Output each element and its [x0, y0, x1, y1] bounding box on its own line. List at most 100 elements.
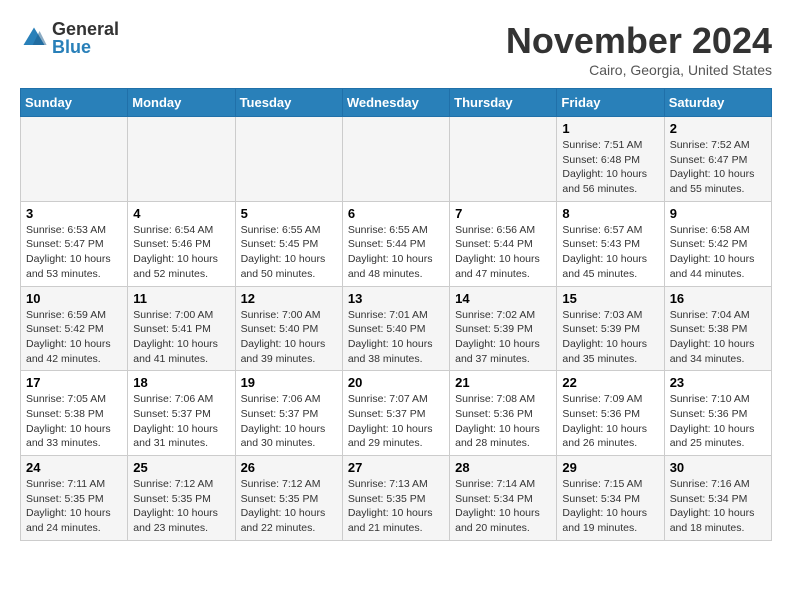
- day-info: Sunrise: 7:52 AM Sunset: 6:47 PM Dayligh…: [670, 138, 766, 197]
- day-info: Sunrise: 7:03 AM Sunset: 5:39 PM Dayligh…: [562, 308, 658, 367]
- calendar-cell: 8 Sunrise: 6:57 AM Sunset: 5:43 PM Daylig…: [557, 201, 664, 286]
- calendar-cell: 28Sunrise: 7:14 AM Sunset: 5:34 PM Dayli…: [450, 456, 557, 541]
- calendar-cell: [342, 117, 449, 202]
- day-number: 22: [562, 375, 658, 390]
- calendar-cell: 4 Sunrise: 6:54 AM Sunset: 5:46 PM Daylig…: [128, 201, 235, 286]
- calendar-cell: 1Sunrise: 7:51 AM Sunset: 6:48 PM Daylig…: [557, 117, 664, 202]
- weekday-header-saturday: Saturday: [664, 89, 771, 117]
- day-info: Sunrise: 7:07 AM Sunset: 5:37 PM Dayligh…: [348, 392, 444, 451]
- day-info: Sunrise: 7:51 AM Sunset: 6:48 PM Dayligh…: [562, 138, 658, 197]
- calendar-cell: 11Sunrise: 7:00 AM Sunset: 5:41 PM Dayli…: [128, 286, 235, 371]
- day-number: 16: [670, 291, 766, 306]
- calendar-cell: 5 Sunrise: 6:55 AM Sunset: 5:45 PM Daylig…: [235, 201, 342, 286]
- day-info: Sunrise: 7:04 AM Sunset: 5:38 PM Dayligh…: [670, 308, 766, 367]
- day-number: 7: [455, 206, 551, 221]
- calendar-cell: 23Sunrise: 7:10 AM Sunset: 5:36 PM Dayli…: [664, 371, 771, 456]
- calendar-cell: 20 Sunrise: 7:07 AM Sunset: 5:37 PM Dayli…: [342, 371, 449, 456]
- calendar-cell: 30 Sunrise: 7:16 AM Sunset: 5:34 PM Dayli…: [664, 456, 771, 541]
- day-number: 14: [455, 291, 551, 306]
- day-number: 17: [26, 375, 122, 390]
- day-info: Sunrise: 6:53 AM Sunset: 5:47 PM Dayligh…: [26, 223, 122, 282]
- day-info: Sunrise: 7:15 AM Sunset: 5:34 PM Dayligh…: [562, 477, 658, 536]
- day-info: Sunrise: 7:08 AM Sunset: 5:36 PM Dayligh…: [455, 392, 551, 451]
- day-number: 21: [455, 375, 551, 390]
- day-number: 6: [348, 206, 444, 221]
- day-number: 10: [26, 291, 122, 306]
- day-info: Sunrise: 7:01 AM Sunset: 5:40 PM Dayligh…: [348, 308, 444, 367]
- day-number: 4: [133, 206, 229, 221]
- day-number: 18: [133, 375, 229, 390]
- calendar-cell: 26 Sunrise: 7:12 AM Sunset: 5:35 PM Dayli…: [235, 456, 342, 541]
- calendar-table: SundayMondayTuesdayWednesdayThursdayFrid…: [20, 88, 772, 541]
- logo: General Blue: [20, 20, 119, 56]
- calendar-cell: 9 Sunrise: 6:58 AM Sunset: 5:42 PM Daylig…: [664, 201, 771, 286]
- day-number: 20: [348, 375, 444, 390]
- calendar-cell: 10 Sunrise: 6:59 AM Sunset: 5:42 PM Dayli…: [21, 286, 128, 371]
- week-row-1: 1Sunrise: 7:51 AM Sunset: 6:48 PM Daylig…: [21, 117, 772, 202]
- weekday-header-thursday: Thursday: [450, 89, 557, 117]
- day-number: 9: [670, 206, 766, 221]
- day-number: 13: [348, 291, 444, 306]
- calendar-cell: 6 Sunrise: 6:55 AM Sunset: 5:44 PM Daylig…: [342, 201, 449, 286]
- day-info: Sunrise: 7:13 AM Sunset: 5:35 PM Dayligh…: [348, 477, 444, 536]
- day-info: Sunrise: 7:12 AM Sunset: 5:35 PM Dayligh…: [133, 477, 229, 536]
- calendar-cell: 27 Sunrise: 7:13 AM Sunset: 5:35 PM Dayli…: [342, 456, 449, 541]
- calendar-cell: 15Sunrise: 7:03 AM Sunset: 5:39 PM Dayli…: [557, 286, 664, 371]
- day-info: Sunrise: 7:09 AM Sunset: 5:36 PM Dayligh…: [562, 392, 658, 451]
- day-number: 25: [133, 460, 229, 475]
- calendar-cell: 21 Sunrise: 7:08 AM Sunset: 5:36 PM Dayli…: [450, 371, 557, 456]
- day-info: Sunrise: 7:02 AM Sunset: 5:39 PM Dayligh…: [455, 308, 551, 367]
- weekday-header-tuesday: Tuesday: [235, 89, 342, 117]
- day-info: Sunrise: 6:54 AM Sunset: 5:46 PM Dayligh…: [133, 223, 229, 282]
- day-number: 8: [562, 206, 658, 221]
- day-info: Sunrise: 7:16 AM Sunset: 5:34 PM Dayligh…: [670, 477, 766, 536]
- day-number: 24: [26, 460, 122, 475]
- weekday-header-row: SundayMondayTuesdayWednesdayThursdayFrid…: [21, 89, 772, 117]
- logo-general-text: General: [52, 20, 119, 38]
- weekday-header-friday: Friday: [557, 89, 664, 117]
- day-number: 5: [241, 206, 337, 221]
- week-row-3: 10 Sunrise: 6:59 AM Sunset: 5:42 PM Dayli…: [21, 286, 772, 371]
- calendar-cell: 22 Sunrise: 7:09 AM Sunset: 5:36 PM Dayli…: [557, 371, 664, 456]
- calendar-cell: 29 Sunrise: 7:15 AM Sunset: 5:34 PM Dayli…: [557, 456, 664, 541]
- day-number: 30: [670, 460, 766, 475]
- day-number: 23: [670, 375, 766, 390]
- weekday-header-monday: Monday: [128, 89, 235, 117]
- day-info: Sunrise: 7:06 AM Sunset: 5:37 PM Dayligh…: [241, 392, 337, 451]
- page-header: General Blue November 2024 Cairo, Georgi…: [20, 20, 772, 78]
- calendar-cell: [235, 117, 342, 202]
- calendar-cell: 17Sunrise: 7:05 AM Sunset: 5:38 PM Dayli…: [21, 371, 128, 456]
- calendar-cell: [21, 117, 128, 202]
- logo-blue-text: Blue: [52, 38, 119, 56]
- day-info: Sunrise: 7:06 AM Sunset: 5:37 PM Dayligh…: [133, 392, 229, 451]
- calendar-cell: [128, 117, 235, 202]
- location-text: Cairo, Georgia, United States: [506, 62, 772, 78]
- day-info: Sunrise: 6:59 AM Sunset: 5:42 PM Dayligh…: [26, 308, 122, 367]
- day-info: Sunrise: 6:55 AM Sunset: 5:44 PM Dayligh…: [348, 223, 444, 282]
- day-info: Sunrise: 6:55 AM Sunset: 5:45 PM Dayligh…: [241, 223, 337, 282]
- day-number: 26: [241, 460, 337, 475]
- day-number: 11: [133, 291, 229, 306]
- day-info: Sunrise: 6:57 AM Sunset: 5:43 PM Dayligh…: [562, 223, 658, 282]
- day-info: Sunrise: 7:11 AM Sunset: 5:35 PM Dayligh…: [26, 477, 122, 536]
- calendar-cell: 7 Sunrise: 6:56 AM Sunset: 5:44 PM Daylig…: [450, 201, 557, 286]
- calendar-cell: 3 Sunrise: 6:53 AM Sunset: 5:47 PM Daylig…: [21, 201, 128, 286]
- day-number: 29: [562, 460, 658, 475]
- day-info: Sunrise: 7:12 AM Sunset: 5:35 PM Dayligh…: [241, 477, 337, 536]
- logo-icon: [20, 24, 48, 52]
- day-number: 3: [26, 206, 122, 221]
- title-area: November 2024 Cairo, Georgia, United Sta…: [506, 20, 772, 78]
- day-number: 27: [348, 460, 444, 475]
- calendar-cell: 24 Sunrise: 7:11 AM Sunset: 5:35 PM Dayli…: [21, 456, 128, 541]
- calendar-cell: 19Sunrise: 7:06 AM Sunset: 5:37 PM Dayli…: [235, 371, 342, 456]
- month-title: November 2024: [506, 20, 772, 62]
- day-info: Sunrise: 7:00 AM Sunset: 5:40 PM Dayligh…: [241, 308, 337, 367]
- calendar-cell: 13 Sunrise: 7:01 AM Sunset: 5:40 PM Dayli…: [342, 286, 449, 371]
- calendar-cell: 12Sunrise: 7:00 AM Sunset: 5:40 PM Dayli…: [235, 286, 342, 371]
- weekday-header-wednesday: Wednesday: [342, 89, 449, 117]
- logo-text: General Blue: [52, 20, 119, 56]
- day-info: Sunrise: 6:58 AM Sunset: 5:42 PM Dayligh…: [670, 223, 766, 282]
- calendar-cell: 14 Sunrise: 7:02 AM Sunset: 5:39 PM Dayli…: [450, 286, 557, 371]
- day-info: Sunrise: 6:56 AM Sunset: 5:44 PM Dayligh…: [455, 223, 551, 282]
- calendar-cell: 16 Sunrise: 7:04 AM Sunset: 5:38 PM Dayli…: [664, 286, 771, 371]
